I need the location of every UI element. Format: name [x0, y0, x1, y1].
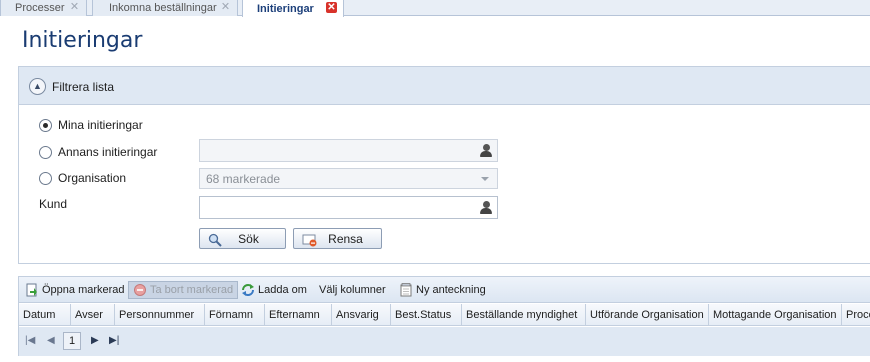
radio-label: Mina initieringar [58, 118, 143, 132]
refresh-icon [242, 284, 254, 296]
radio-button[interactable] [39, 118, 52, 132]
initiations-grid: Öppna markerad Ta bort markerad Ladda om [18, 276, 870, 356]
column-header-datum[interactable]: Datum [19, 304, 71, 326]
reload-button[interactable]: Ladda om [241, 281, 307, 299]
open-selected-label: Öppna markerad [42, 284, 125, 296]
page-title: Initieringar [22, 28, 143, 53]
column-header-avser[interactable]: Avser [71, 304, 115, 326]
tab-initieringar[interactable]: Initieringar ✕ [242, 0, 344, 17]
column-header-ansvarig[interactable]: Ansvarig [332, 304, 391, 326]
radio-button[interactable] [39, 171, 52, 185]
column-header-efternamn[interactable]: Efternamn [265, 304, 332, 326]
remove-selected-button[interactable]: Ta bort markerad [128, 281, 239, 299]
annans-person-field[interactable] [199, 139, 498, 162]
radio-label: Annans initieringar [58, 145, 158, 159]
column-header-process[interactable]: Proce [842, 304, 870, 326]
new-note-button[interactable]: Ny anteckning [399, 281, 486, 299]
open-selected-button[interactable]: Öppna markerad [25, 281, 125, 299]
grid-header-row: Datum Avser Personnummer Förnamn Efterna… [19, 304, 870, 326]
person-icon[interactable] [479, 143, 493, 158]
open-document-icon [26, 283, 37, 297]
tab-bar: Processer ✕ Inkomna beställningar ✕ Init… [0, 0, 870, 17]
note-icon [400, 283, 412, 297]
clear-button-label: Rensa [328, 231, 363, 246]
choose-columns-label: Välj kolumner [319, 284, 386, 296]
filter-panel-header[interactable]: ▲ Filtrera lista [19, 67, 870, 105]
page: Processer ✕ Inkomna beställningar ✕ Init… [0, 0, 870, 362]
remove-selected-label: Ta bort markerad [150, 284, 234, 296]
radio-label: Organisation [58, 171, 127, 185]
filter-panel: ▲ Filtrera lista Mina initieringar Annan… [18, 66, 870, 264]
chevron-up-icon[interactable]: ▲ [29, 78, 46, 95]
person-icon[interactable] [479, 200, 493, 215]
eraser-icon [302, 234, 317, 247]
column-header-bestallande-myndighet[interactable]: Beställande myndighet [462, 304, 586, 326]
clear-button[interactable]: Rensa [293, 228, 382, 249]
tab-label: Processer [15, 2, 65, 14]
column-header-utforande-organisation[interactable]: Utförande Organisation [586, 304, 709, 326]
previous-page-icon[interactable]: ◀ [47, 335, 55, 346]
close-icon[interactable]: ✕ [220, 2, 231, 13]
column-header-mottagande-organisation[interactable]: Mottagande Organisation [709, 304, 842, 326]
kund-field[interactable] [199, 196, 498, 219]
radio-mina-initieringar[interactable]: Mina initieringar [39, 118, 143, 132]
last-page-icon[interactable]: ▶| [109, 335, 119, 346]
grid-toolbar: Öppna markerad Ta bort markerad Ladda om [19, 277, 870, 303]
search-button[interactable]: Sök [199, 228, 286, 249]
column-header-best-status[interactable]: Best.Status [391, 304, 462, 326]
current-page-number[interactable]: 1 [63, 332, 81, 350]
new-note-label: Ny anteckning [416, 284, 486, 296]
pager: |◀ ◀ 1 ▶ ▶| [19, 327, 870, 356]
tab-inkomna-bestallningar[interactable]: Inkomna beställningar ✕ [92, 0, 238, 16]
remove-icon [134, 284, 146, 296]
choose-columns-button[interactable]: Välj kolumner [319, 281, 386, 299]
organisation-select[interactable]: 68 markerade [199, 168, 498, 189]
chevron-down-icon [481, 177, 489, 181]
column-header-personnummer[interactable]: Personnummer [115, 304, 205, 326]
filter-panel-title: Filtrera lista [52, 80, 115, 94]
tab-processer[interactable]: Processer ✕ [0, 0, 87, 16]
tab-label: Inkomna beställningar [109, 2, 217, 14]
tab-label: Initieringar [257, 2, 314, 15]
radio-organisation[interactable]: Organisation [39, 171, 126, 185]
close-icon[interactable]: ✕ [326, 2, 337, 13]
radio-button[interactable] [39, 145, 52, 159]
search-button-label: Sök [238, 231, 259, 246]
next-page-icon[interactable]: ▶ [91, 335, 99, 346]
close-icon[interactable]: ✕ [69, 2, 80, 13]
radio-annans-initieringar[interactable]: Annans initieringar [39, 145, 157, 159]
column-header-fornamn[interactable]: Förnamn [205, 304, 265, 326]
search-icon [208, 233, 222, 247]
reload-label: Ladda om [258, 284, 307, 296]
organisation-select-value: 68 markerade [206, 172, 281, 186]
kund-label: Kund [39, 197, 68, 211]
first-page-icon[interactable]: |◀ [25, 335, 35, 346]
